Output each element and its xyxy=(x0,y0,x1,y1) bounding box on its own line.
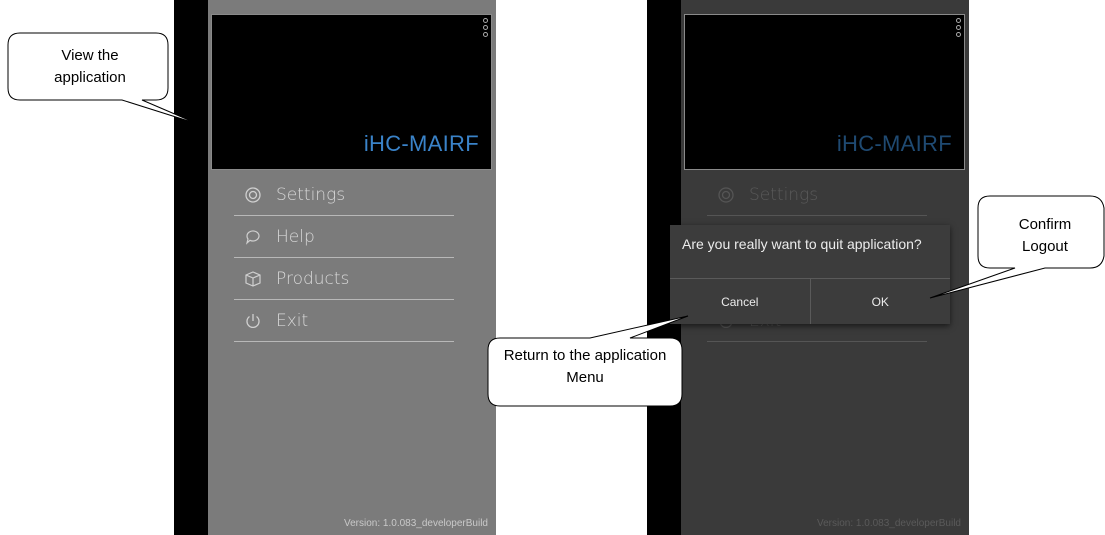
left-app-screen: iHC-MAIRF Settings Help Products Exit Ve… xyxy=(208,0,496,535)
menu-item-exit[interactable]: Exit xyxy=(234,300,454,342)
settings-icon xyxy=(715,184,737,206)
menu-item-label: Settings xyxy=(749,184,819,205)
main-menu: Settings Help Products Exit xyxy=(234,174,454,342)
quit-dialog: Are you really want to quit application?… xyxy=(670,225,950,324)
dialog-buttons: Cancel OK xyxy=(670,278,950,324)
overflow-menu-icon[interactable] xyxy=(482,17,488,39)
settings-icon xyxy=(242,184,264,206)
menu-item-products[interactable]: Products xyxy=(234,258,454,300)
menu-item-label: Help xyxy=(276,226,315,247)
overflow-menu-icon xyxy=(955,17,961,39)
menu-item-label: Products xyxy=(276,268,350,289)
confirm-callout-text: Confirm Logout xyxy=(1018,216,1072,255)
menu-item-label: Exit xyxy=(276,310,309,331)
menu-item-settings[interactable]: Settings xyxy=(234,174,454,216)
app-banner: iHC-MAIRF xyxy=(684,14,965,170)
products-icon xyxy=(242,268,264,290)
menu-item-settings: Settings xyxy=(707,174,927,216)
menu-item-help[interactable]: Help xyxy=(234,216,454,258)
app-title: iHC-MAIRF xyxy=(836,131,952,156)
power-icon xyxy=(242,310,264,332)
version-label: Version: 1.0.083_developerBuild xyxy=(344,518,488,529)
help-icon xyxy=(242,226,264,248)
version-label: Version: 1.0.083_developerBuild xyxy=(817,518,961,529)
return-callout-text: Return to the application Menu xyxy=(503,347,667,386)
dialog-message: Are you really want to quit application? xyxy=(682,236,922,252)
app-title: iHC-MAIRF xyxy=(363,131,479,156)
menu-item-label: Settings xyxy=(276,184,346,205)
view-callout-text: View the application xyxy=(54,47,126,86)
left-phone-frame: iHC-MAIRF Settings Help Products Exit Ve… xyxy=(174,0,496,535)
app-banner: iHC-MAIRF xyxy=(211,14,492,170)
